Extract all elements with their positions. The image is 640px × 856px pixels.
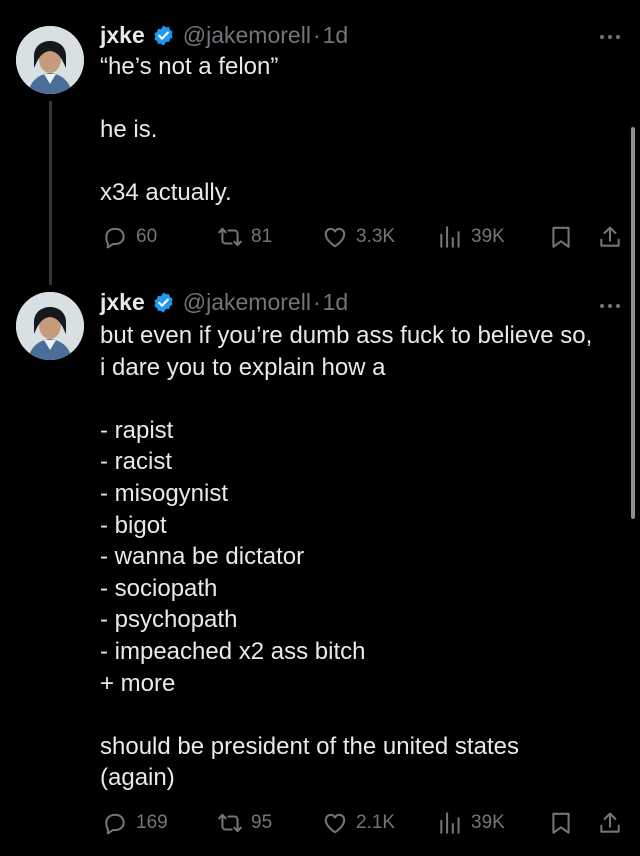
profile-photo bbox=[16, 292, 84, 360]
separator-dot: · bbox=[312, 288, 321, 315]
tweet-text-line: “he’s not a felon” bbox=[100, 53, 279, 80]
display-name[interactable]: jxke bbox=[100, 22, 145, 49]
handle[interactable]: @jakemorell bbox=[183, 289, 311, 316]
heart-icon bbox=[324, 227, 346, 248]
like-button[interactable]: 3.3K bbox=[322, 221, 395, 253]
tweet-text-line: (again) bbox=[100, 764, 175, 792]
action-bar: 169 95 2.1K 39K bbox=[100, 807, 630, 839]
tweet-text-line: should be president of the united states bbox=[100, 732, 519, 760]
action-bar: 60 81 3.3K 39K bbox=[100, 221, 630, 253]
tweet-text-line: he is. bbox=[100, 116, 158, 144]
tweet-header: jxke @jakemorell · 1d bbox=[100, 20, 348, 50]
tweet[interactable]: jxke @jakemorell · 1d but even if you’re… bbox=[0, 285, 640, 856]
bookmark-button[interactable] bbox=[548, 221, 574, 253]
tweet[interactable]: jxke @jakemorell · 1d “he’s not a felon”… bbox=[0, 0, 640, 285]
views-count: 39K bbox=[471, 226, 505, 247]
views-button[interactable]: 39K bbox=[437, 221, 505, 253]
share-icon bbox=[600, 812, 620, 833]
scrollbar[interactable] bbox=[631, 127, 635, 519]
repost-arrows-icon bbox=[218, 813, 242, 833]
reply-bubble-icon bbox=[105, 813, 125, 835]
separator-dot: · bbox=[312, 21, 321, 48]
repost-count: 95 bbox=[251, 812, 273, 833]
tweet-text-line: but even if you’re dumb ass fuck to beli… bbox=[100, 322, 593, 349]
share-button[interactable] bbox=[597, 221, 623, 253]
verified-badge-icon[interactable] bbox=[152, 291, 175, 314]
timestamp[interactable]: 1d bbox=[323, 22, 349, 49]
bookmark-button[interactable] bbox=[548, 807, 574, 839]
views-bar-icon bbox=[440, 226, 460, 248]
tweet-header: jxke @jakemorell · 1d bbox=[100, 287, 348, 317]
list-item: - racist bbox=[100, 448, 172, 476]
timestamp[interactable]: 1d bbox=[323, 289, 349, 316]
share-icon bbox=[600, 226, 620, 247]
avatar[interactable] bbox=[16, 26, 84, 94]
avatar[interactable] bbox=[16, 292, 84, 360]
reply-bubble-icon bbox=[105, 227, 125, 249]
reply-button[interactable]: 169 bbox=[102, 807, 168, 839]
tweet-text-line: x34 actually. bbox=[100, 179, 232, 207]
more-dots-icon[interactable] bbox=[599, 29, 621, 39]
reply-count: 60 bbox=[136, 226, 158, 247]
more-dots-icon[interactable] bbox=[599, 298, 621, 308]
list-item: - sociopath bbox=[100, 574, 218, 602]
tweet-text: “he’s not a felon” he is. x34 actually. bbox=[100, 51, 620, 209]
list-item: - wanna be dictator bbox=[100, 543, 305, 571]
list-item: + more bbox=[100, 669, 176, 697]
list-item: - rapist bbox=[100, 416, 174, 444]
views-bar-icon bbox=[440, 812, 460, 834]
handle[interactable]: @jakemorell bbox=[183, 22, 311, 49]
like-button[interactable]: 2.1K bbox=[322, 807, 395, 839]
tweet-text-line: i dare you to explain how a bbox=[100, 353, 386, 381]
display-name[interactable]: jxke bbox=[100, 289, 145, 316]
reply-count: 169 bbox=[136, 812, 168, 833]
list-item: - misogynist bbox=[100, 479, 229, 507]
like-count: 2.1K bbox=[356, 812, 396, 833]
bookmark-icon bbox=[552, 812, 570, 834]
like-count: 3.3K bbox=[356, 226, 396, 247]
list-item: - impeached x2 ass bitch bbox=[100, 637, 366, 665]
verified-badge-icon[interactable] bbox=[152, 24, 175, 47]
repost-arrows-icon bbox=[218, 227, 242, 247]
repost-count: 81 bbox=[251, 226, 273, 247]
views-button[interactable]: 39K bbox=[437, 807, 505, 839]
tweet-text: but even if you’re dumb ass fuck to beli… bbox=[100, 320, 620, 794]
views-count: 39K bbox=[471, 812, 505, 833]
heart-icon bbox=[324, 813, 346, 834]
repost-button[interactable]: 95 bbox=[217, 807, 272, 839]
bookmark-icon bbox=[552, 226, 570, 248]
share-button[interactable] bbox=[597, 807, 623, 839]
list-item: - psychopath bbox=[100, 606, 238, 634]
list-item: - bigot bbox=[100, 511, 167, 539]
profile-photo bbox=[16, 26, 84, 94]
reply-button[interactable]: 60 bbox=[102, 221, 157, 253]
repost-button[interactable]: 81 bbox=[217, 221, 272, 253]
